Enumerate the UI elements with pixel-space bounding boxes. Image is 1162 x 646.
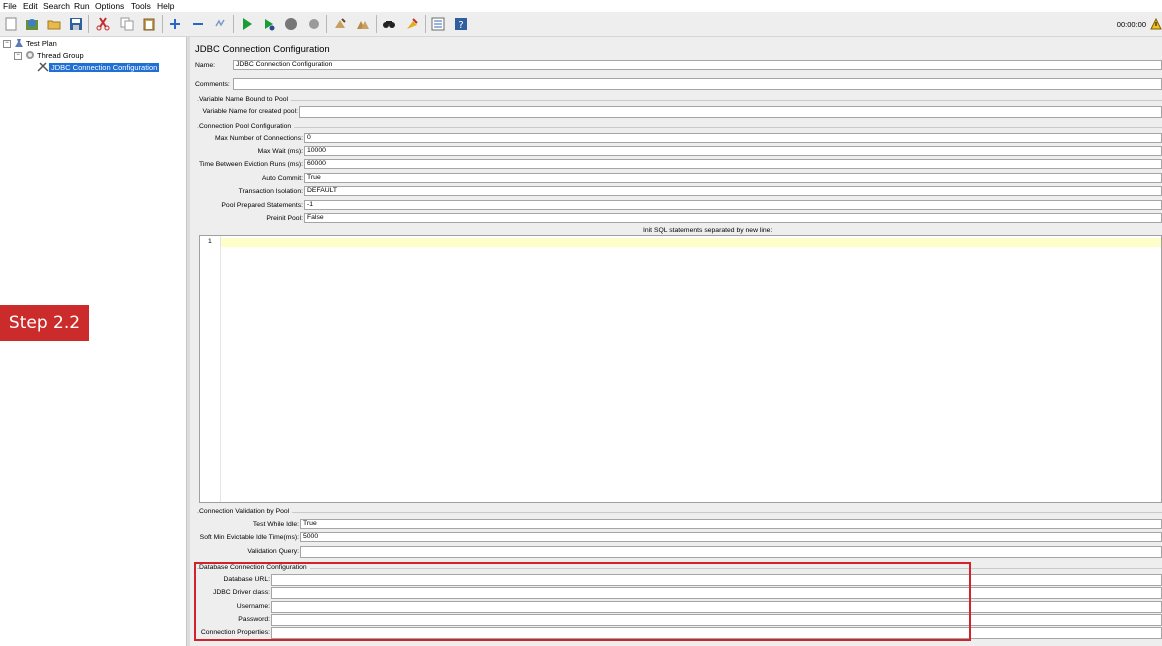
pool-group-title: Connection Pool Configuration xyxy=(199,123,295,130)
templates-icon[interactable] xyxy=(23,15,41,33)
help-icon[interactable]: ? xyxy=(452,15,470,33)
open-icon[interactable] xyxy=(45,15,63,33)
tree-item-label: JDBC Connection Configuration xyxy=(49,63,160,72)
init-sql-label: Init SQL statements separated by new lin… xyxy=(643,227,773,234)
comments-label: Comments: xyxy=(195,81,230,88)
function-helper-icon[interactable] xyxy=(429,15,447,33)
collapse-toggle[interactable]: − xyxy=(14,52,22,60)
init-sql-editor[interactable]: 1 xyxy=(199,235,1162,503)
tree-item-jdbc-connection-configuration[interactable]: JDBC Connection Configuration xyxy=(37,61,160,74)
eviction-runs-label: Time Between Eviction Runs (ms): xyxy=(199,161,303,168)
start-icon[interactable] xyxy=(238,15,256,33)
warning-icon[interactable] xyxy=(1150,17,1162,32)
save-icon[interactable] xyxy=(67,15,85,33)
page-title: JDBC Connection Configuration xyxy=(195,44,330,55)
variable-name-label: Variable Name for created pool: xyxy=(202,108,298,115)
validation-group-title: Connection Validation by Pool xyxy=(199,508,293,515)
menu-tools[interactable]: Tools xyxy=(131,1,151,11)
collapse-icon[interactable] xyxy=(189,15,207,33)
config-panel: JDBC Connection Configuration Name: JDBC… xyxy=(190,37,1162,646)
eviction-runs-field[interactable]: 60000 xyxy=(304,159,1162,169)
line-number: 1 xyxy=(208,238,212,245)
menu-file[interactable]: File xyxy=(3,1,17,11)
collapse-toggle[interactable]: − xyxy=(3,40,11,48)
auto-commit-label: Auto Commit: xyxy=(261,175,303,182)
shutdown-icon[interactable] xyxy=(305,15,323,33)
start-no-pause-icon[interactable] xyxy=(260,15,278,33)
toolbar: ? 00:00:00 xyxy=(0,12,1162,37)
validation-query-field[interactable] xyxy=(300,546,1162,558)
comments-field[interactable] xyxy=(233,78,1162,90)
validation-query-label: Validation Query: xyxy=(247,548,299,555)
config-element-icon xyxy=(37,61,49,74)
tree-item-test-plan[interactable]: Test Plan xyxy=(14,38,59,49)
paste-icon[interactable] xyxy=(140,15,158,33)
soft-min-idle-label: Soft Min Evictable Idle Time(ms): xyxy=(199,534,299,541)
step-label: Step 2.2 xyxy=(0,305,89,341)
copy-icon[interactable] xyxy=(118,15,136,33)
tree-item-label: Thread Group xyxy=(37,51,84,60)
soft-min-idle-field[interactable]: 5000 xyxy=(300,532,1162,542)
clear-icon[interactable] xyxy=(331,15,349,33)
max-wait-field[interactable]: 10000 xyxy=(304,146,1162,156)
tree-item-label: Test Plan xyxy=(26,39,57,48)
svg-text:?: ? xyxy=(458,20,463,31)
new-icon[interactable] xyxy=(2,15,20,33)
prepared-statements-label: Pool Prepared Statements: xyxy=(221,202,303,209)
tree-item-thread-group[interactable]: Thread Group xyxy=(25,50,86,61)
reset-search-icon[interactable] xyxy=(403,15,421,33)
transaction-isolation-select[interactable]: DEFAULT xyxy=(304,186,1162,196)
menu-edit[interactable]: Edit xyxy=(23,1,38,11)
cut-icon[interactable] xyxy=(94,15,112,33)
variable-group-title: Variable Name Bound to Pool xyxy=(199,96,292,103)
variable-name-field[interactable] xyxy=(299,106,1162,118)
name-label: Name: xyxy=(195,62,216,69)
elapsed-timer: 00:00:00 xyxy=(1116,20,1146,29)
current-line-highlight xyxy=(221,238,1161,247)
max-connections-label: Max Number of Connections: xyxy=(214,135,303,142)
toggle-icon[interactable] xyxy=(211,15,229,33)
name-field[interactable]: JDBC Connection Configuration xyxy=(233,60,1162,70)
test-plan-icon xyxy=(14,38,24,50)
menu-run[interactable]: Run xyxy=(74,1,90,11)
highlight-box xyxy=(194,562,971,641)
line-number-gutter: 1 xyxy=(200,236,221,502)
test-while-idle-label: Test While Idle: xyxy=(252,521,299,528)
auto-commit-select[interactable]: True xyxy=(304,173,1162,183)
menu-search[interactable]: Search xyxy=(43,1,70,11)
stop-icon[interactable] xyxy=(282,15,300,33)
prepared-statements-field[interactable]: -1 xyxy=(304,200,1162,210)
transaction-isolation-label: Transaction Isolation: xyxy=(238,188,303,195)
test-while-idle-select[interactable]: True xyxy=(300,519,1162,529)
menu-bar: File Edit Search Run Options Tools Help xyxy=(0,0,1162,12)
max-connections-field[interactable]: 0 xyxy=(304,133,1162,143)
clear-all-icon[interactable] xyxy=(354,15,372,33)
thread-group-icon xyxy=(25,50,35,62)
preinit-pool-label: Preinit Pool: xyxy=(266,215,303,222)
max-wait-label: Max Wait (ms): xyxy=(257,148,303,155)
preinit-pool-select[interactable]: False xyxy=(304,213,1162,223)
test-plan-tree: − Test Plan − Thread Group JDBC Connecti… xyxy=(0,37,186,646)
expand-icon[interactable] xyxy=(166,15,184,33)
search-icon[interactable] xyxy=(380,15,398,33)
menu-options[interactable]: Options xyxy=(95,1,124,11)
menu-help[interactable]: Help xyxy=(157,1,174,11)
